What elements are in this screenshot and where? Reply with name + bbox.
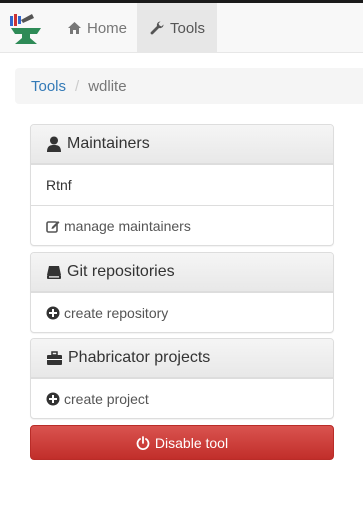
- plus-circle-icon: [46, 392, 60, 406]
- manage-maintainers-label: manage maintainers: [64, 218, 191, 234]
- power-icon: [136, 435, 150, 450]
- create-project-link[interactable]: create project: [31, 378, 333, 418]
- briefcase-icon: [47, 350, 62, 365]
- git-heading: Git repositories: [31, 253, 333, 292]
- create-repository-label: create repository: [64, 305, 169, 321]
- navbar: Home Tools: [0, 3, 363, 53]
- create-project-label: create project: [64, 391, 149, 407]
- manage-maintainers-link[interactable]: manage maintainers: [31, 205, 333, 245]
- maintainers-panel: Maintainers Rtnf manage maintainers: [30, 124, 334, 246]
- edit-icon: [46, 221, 60, 233]
- disable-tool-button[interactable]: Disable tool: [30, 425, 334, 460]
- phabricator-panel: Phabricator projects create project: [30, 338, 334, 419]
- breadcrumb: Tools / wdlite: [15, 68, 363, 104]
- toolforge-logo-icon[interactable]: [8, 10, 44, 48]
- maintainer-item: Rtnf: [31, 164, 333, 205]
- hdd-icon: [47, 265, 61, 279]
- nav-tools[interactable]: Tools: [137, 3, 217, 53]
- phabricator-title: Phabricator projects: [68, 349, 211, 366]
- breadcrumb-current: wdlite: [88, 77, 127, 95]
- wrench-icon: [150, 20, 164, 34]
- git-panel: Git repositories create repository: [30, 252, 334, 333]
- git-title: Git repositories: [67, 263, 175, 280]
- breadcrumb-separator: /: [75, 77, 80, 95]
- nav-tools-label: Tools: [170, 19, 206, 37]
- phabricator-heading: Phabricator projects: [31, 339, 333, 378]
- maintainer-name: Rtnf: [46, 177, 72, 193]
- create-repository-link[interactable]: create repository: [31, 292, 333, 332]
- plus-circle-icon: [46, 306, 60, 320]
- user-icon: [47, 136, 61, 152]
- nav-home-label: Home: [87, 19, 128, 37]
- breadcrumb-tools-link[interactable]: Tools: [31, 78, 66, 95]
- maintainers-heading: Maintainers: [31, 125, 333, 164]
- disable-tool-label: Disable tool: [154, 434, 229, 451]
- nav-home[interactable]: Home: [55, 3, 137, 53]
- home-icon: [68, 22, 81, 34]
- maintainers-title: Maintainers: [67, 135, 150, 152]
